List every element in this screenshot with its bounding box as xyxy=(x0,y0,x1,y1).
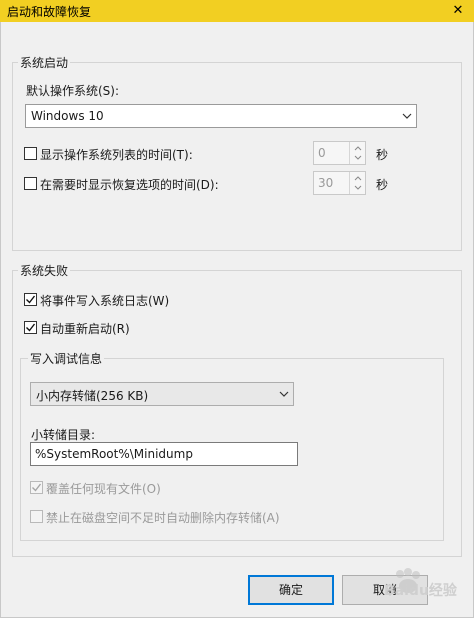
spinner-arrows[interactable] xyxy=(349,142,365,164)
show-list-value: 0 xyxy=(318,146,326,160)
auto-restart-label: 自动重新启动(R) xyxy=(40,322,130,336)
arrow-up-icon[interactable] xyxy=(354,175,362,181)
dump-dir-input[interactable]: %SystemRoot%\Minidump xyxy=(30,442,298,466)
show-list-label: 显示操作系统列表的时间(T): xyxy=(40,148,193,162)
show-list-unit: 秒 xyxy=(376,148,389,162)
arrow-down-icon[interactable] xyxy=(354,155,362,161)
show-recovery-unit: 秒 xyxy=(376,178,389,192)
default-os-label: 默认操作系统(S): xyxy=(26,84,120,98)
close-icon[interactable]: ✕ xyxy=(442,0,474,22)
show-recovery-checkbox[interactable] xyxy=(24,177,37,190)
disable-auto-delete-checkbox[interactable] xyxy=(30,510,43,523)
default-os-dropdown[interactable]: Windows 10 xyxy=(25,104,417,128)
default-os-value: Windows 10 xyxy=(31,109,104,123)
title-bar: 启动和故障恢复 ✕ xyxy=(0,0,474,22)
show-list-checkbox[interactable] xyxy=(24,147,37,160)
dump-type-dropdown[interactable]: 小内存转储(256 KB) xyxy=(30,382,294,406)
system-failure-group-label: 系统失败 xyxy=(18,262,71,279)
spinner-arrows[interactable] xyxy=(349,172,365,194)
baidu-watermark: Baidu经验 xyxy=(350,566,460,606)
show-recovery-spinner[interactable]: 30 xyxy=(313,171,366,195)
show-list-spinner[interactable]: 0 xyxy=(313,141,366,165)
window-title: 启动和故障恢复 xyxy=(7,5,92,19)
chevron-down-icon xyxy=(279,391,289,397)
show-recovery-value: 30 xyxy=(318,176,334,190)
ok-button[interactable]: 确定 xyxy=(248,575,334,605)
dump-dir-value: %SystemRoot%\Minidump xyxy=(35,447,193,461)
disable-auto-delete-label: 禁止在磁盘空间不足时自动删除内存转储(A) xyxy=(46,511,280,525)
overwrite-label: 覆盖任何现有文件(O) xyxy=(46,482,161,496)
write-event-checkbox[interactable] xyxy=(24,293,37,306)
debug-info-group-label: 写入调试信息 xyxy=(28,350,105,367)
arrow-up-icon[interactable] xyxy=(354,145,362,151)
auto-restart-checkbox[interactable] xyxy=(24,321,37,334)
overwrite-checkbox[interactable] xyxy=(30,481,43,494)
write-event-label: 将事件写入系统日志(W) xyxy=(40,294,170,308)
checkmark-icon xyxy=(32,483,42,492)
watermark-text: Baidu经验 xyxy=(384,583,457,599)
show-recovery-label: 在需要时显示恢复选项的时间(D): xyxy=(40,178,219,192)
arrow-down-icon[interactable] xyxy=(354,185,362,191)
checkmark-icon xyxy=(26,323,36,332)
checkmark-icon xyxy=(26,295,36,304)
system-startup-group-label: 系统启动 xyxy=(18,54,71,71)
dump-dir-label: 小转储目录: xyxy=(31,428,96,442)
chevron-down-icon xyxy=(402,113,412,119)
dump-type-value: 小内存转储(256 KB) xyxy=(36,389,149,403)
